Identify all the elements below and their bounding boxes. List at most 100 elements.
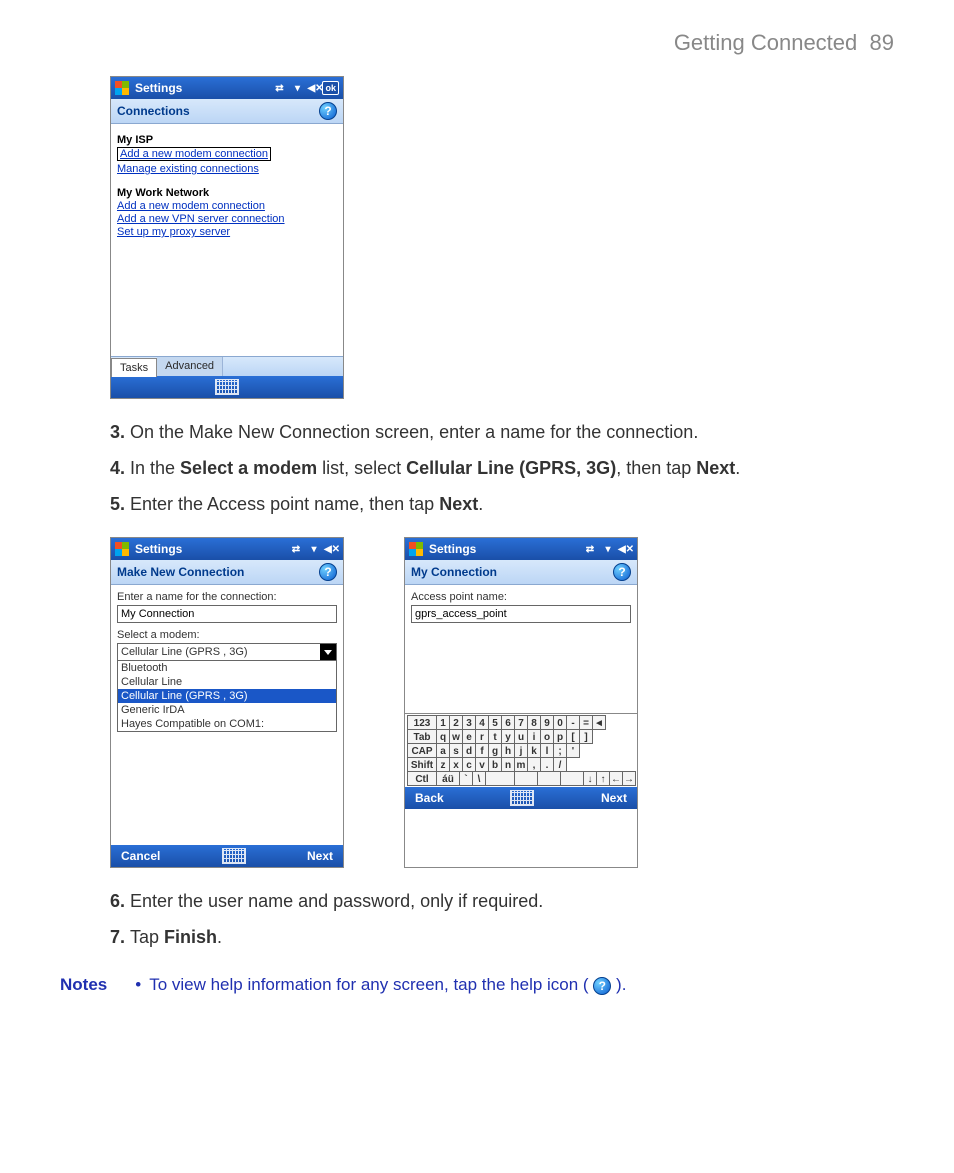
volume-icon[interactable]: ◀✕ [325,542,339,556]
keyboard-key[interactable]: k [527,743,541,758]
signal-icon[interactable]: ▾ [601,542,615,556]
connectivity-icon[interactable]: ⇄ [289,542,303,556]
signal-icon[interactable]: ▾ [307,542,321,556]
keyboard-key[interactable] [537,771,561,786]
keyboard-key[interactable]: . [540,757,554,772]
tab-tasks[interactable]: Tasks [111,358,157,377]
keyboard-key[interactable]: q [436,729,450,744]
keyboard-key[interactable]: / [553,757,567,772]
chevron-down-icon[interactable] [320,644,336,660]
keyboard-key[interactable]: i [527,729,541,744]
keyboard-key[interactable]: w [449,729,463,744]
keyboard-key[interactable]: 8 [527,715,541,730]
soft-keyboard[interactable]: 1231234567890-=◄Tabqwertyuiop[]CAPasdfgh… [405,713,637,787]
keyboard-key[interactable]: y [501,729,515,744]
help-icon[interactable]: ? [319,102,337,120]
keyboard-key[interactable]: ' [566,743,580,758]
keyboard-key[interactable]: l [540,743,554,758]
keyboard-key[interactable]: t [488,729,502,744]
connectivity-icon[interactable]: ⇄ [583,542,597,556]
keyboard-key[interactable]: → [622,771,636,786]
keyboard-key[interactable]: 5 [488,715,502,730]
keyboard-key[interactable]: e [462,729,476,744]
link-work-add-vpn[interactable]: Add a new VPN server connection [117,213,337,225]
keyboard-key[interactable]: ↑ [596,771,610,786]
keyboard-key[interactable] [560,771,584,786]
keyboard-key[interactable]: ; [553,743,567,758]
keyboard-key[interactable]: c [462,757,476,772]
keyboard-key[interactable]: [ [566,729,580,744]
keyboard-key[interactable]: - [566,715,580,730]
ok-button[interactable]: ok [322,81,339,95]
modem-option[interactable]: Generic IrDA [118,703,336,717]
keyboard-key[interactable]: r [475,729,489,744]
keyboard-key[interactable]: j [514,743,528,758]
keyboard-key[interactable]: \ [472,771,486,786]
modem-option[interactable]: Cellular Line [118,675,336,689]
keyboard-key[interactable]: h [501,743,515,758]
sip-keyboard-icon[interactable] [215,379,239,395]
keyboard-key[interactable]: z [436,757,450,772]
keyboard-key[interactable]: o [540,729,554,744]
cancel-button[interactable]: Cancel [121,849,160,863]
keyboard-key[interactable]: ` [459,771,473,786]
volume-icon[interactable]: ◀✕ [308,81,322,95]
link-isp-add-modem[interactable]: Add a new modem connection [117,147,271,161]
keyboard-key[interactable]: , [527,757,541,772]
signal-icon[interactable]: ▾ [290,81,304,95]
keyboard-key[interactable]: n [501,757,515,772]
modem-option[interactable]: Hayes Compatible on COM1: [118,717,336,731]
keyboard-key[interactable]: u [514,729,528,744]
keyboard-key[interactable]: g [488,743,502,758]
keyboard-key[interactable]: áü [436,771,460,786]
modem-option-selected[interactable]: Cellular Line (GPRS , 3G) [118,689,336,703]
link-work-add-modem[interactable]: Add a new modem connection [117,200,337,212]
help-icon[interactable]: ? [319,563,337,581]
keyboard-key[interactable]: 6 [501,715,515,730]
keyboard-key[interactable]: d [462,743,476,758]
keyboard-key[interactable] [485,771,515,786]
keyboard-key[interactable]: Tab [407,729,437,744]
keyboard-key[interactable]: Shift [407,757,437,772]
tab-advanced[interactable]: Advanced [157,357,223,376]
keyboard-key[interactable]: s [449,743,463,758]
volume-icon[interactable]: ◀✕ [619,542,633,556]
back-button[interactable]: Back [415,791,444,805]
keyboard-key[interactable]: ◄ [592,715,606,730]
keyboard-key[interactable]: Ctl [407,771,437,786]
modem-option[interactable]: Bluetooth [118,661,336,675]
sip-keyboard-icon[interactable] [222,848,246,864]
keyboard-key[interactable]: b [488,757,502,772]
keyboard-key[interactable]: 3 [462,715,476,730]
keyboard-key[interactable]: 123 [407,715,437,730]
access-point-name-input[interactable] [411,605,631,623]
keyboard-key[interactable]: ← [609,771,623,786]
keyboard-key[interactable] [514,771,538,786]
modem-combobox[interactable]: Cellular Line (GPRS , 3G) [117,643,337,661]
modem-options-list[interactable]: Bluetooth Cellular Line Cellular Line (G… [117,661,337,732]
next-button[interactable]: Next [601,791,627,805]
keyboard-key[interactable]: v [475,757,489,772]
help-icon[interactable]: ? [613,563,631,581]
keyboard-key[interactable]: 4 [475,715,489,730]
keyboard-key[interactable]: 9 [540,715,554,730]
keyboard-key[interactable]: p [553,729,567,744]
keyboard-key[interactable]: 0 [553,715,567,730]
keyboard-key[interactable]: f [475,743,489,758]
sip-keyboard-icon[interactable] [510,790,534,806]
keyboard-key[interactable]: m [514,757,528,772]
link-work-proxy[interactable]: Set up my proxy server [117,226,337,238]
link-isp-manage[interactable]: Manage existing connections [117,163,337,175]
keyboard-key[interactable]: ] [579,729,593,744]
keyboard-key[interactable]: 7 [514,715,528,730]
keyboard-key[interactable]: = [579,715,593,730]
keyboard-key[interactable]: CAP [407,743,437,758]
keyboard-key[interactable]: a [436,743,450,758]
next-button[interactable]: Next [307,849,333,863]
keyboard-key[interactable]: 2 [449,715,463,730]
connectivity-icon[interactable]: ⇄ [272,81,286,95]
keyboard-key[interactable]: 1 [436,715,450,730]
keyboard-key[interactable]: x [449,757,463,772]
keyboard-key[interactable]: ↓ [583,771,597,786]
connection-name-input[interactable] [117,605,337,623]
